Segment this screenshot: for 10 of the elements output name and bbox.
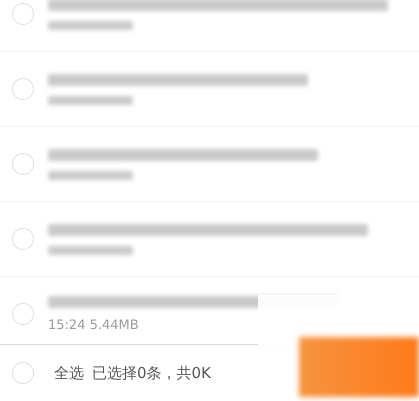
checkbox[interactable] bbox=[12, 303, 34, 325]
item-meta: 15:24 5.44MB bbox=[48, 318, 140, 332]
checkbox[interactable] bbox=[12, 153, 34, 175]
checkbox[interactable] bbox=[12, 228, 34, 250]
action-button[interactable] bbox=[299, 337, 419, 397]
checkbox[interactable] bbox=[12, 78, 34, 100]
selection-summary: 已选择0条，共0K bbox=[92, 364, 211, 382]
select-all-label[interactable]: 全选 bbox=[54, 364, 84, 382]
checkbox[interactable] bbox=[12, 3, 34, 25]
select-all-checkbox[interactable] bbox=[12, 362, 34, 384]
